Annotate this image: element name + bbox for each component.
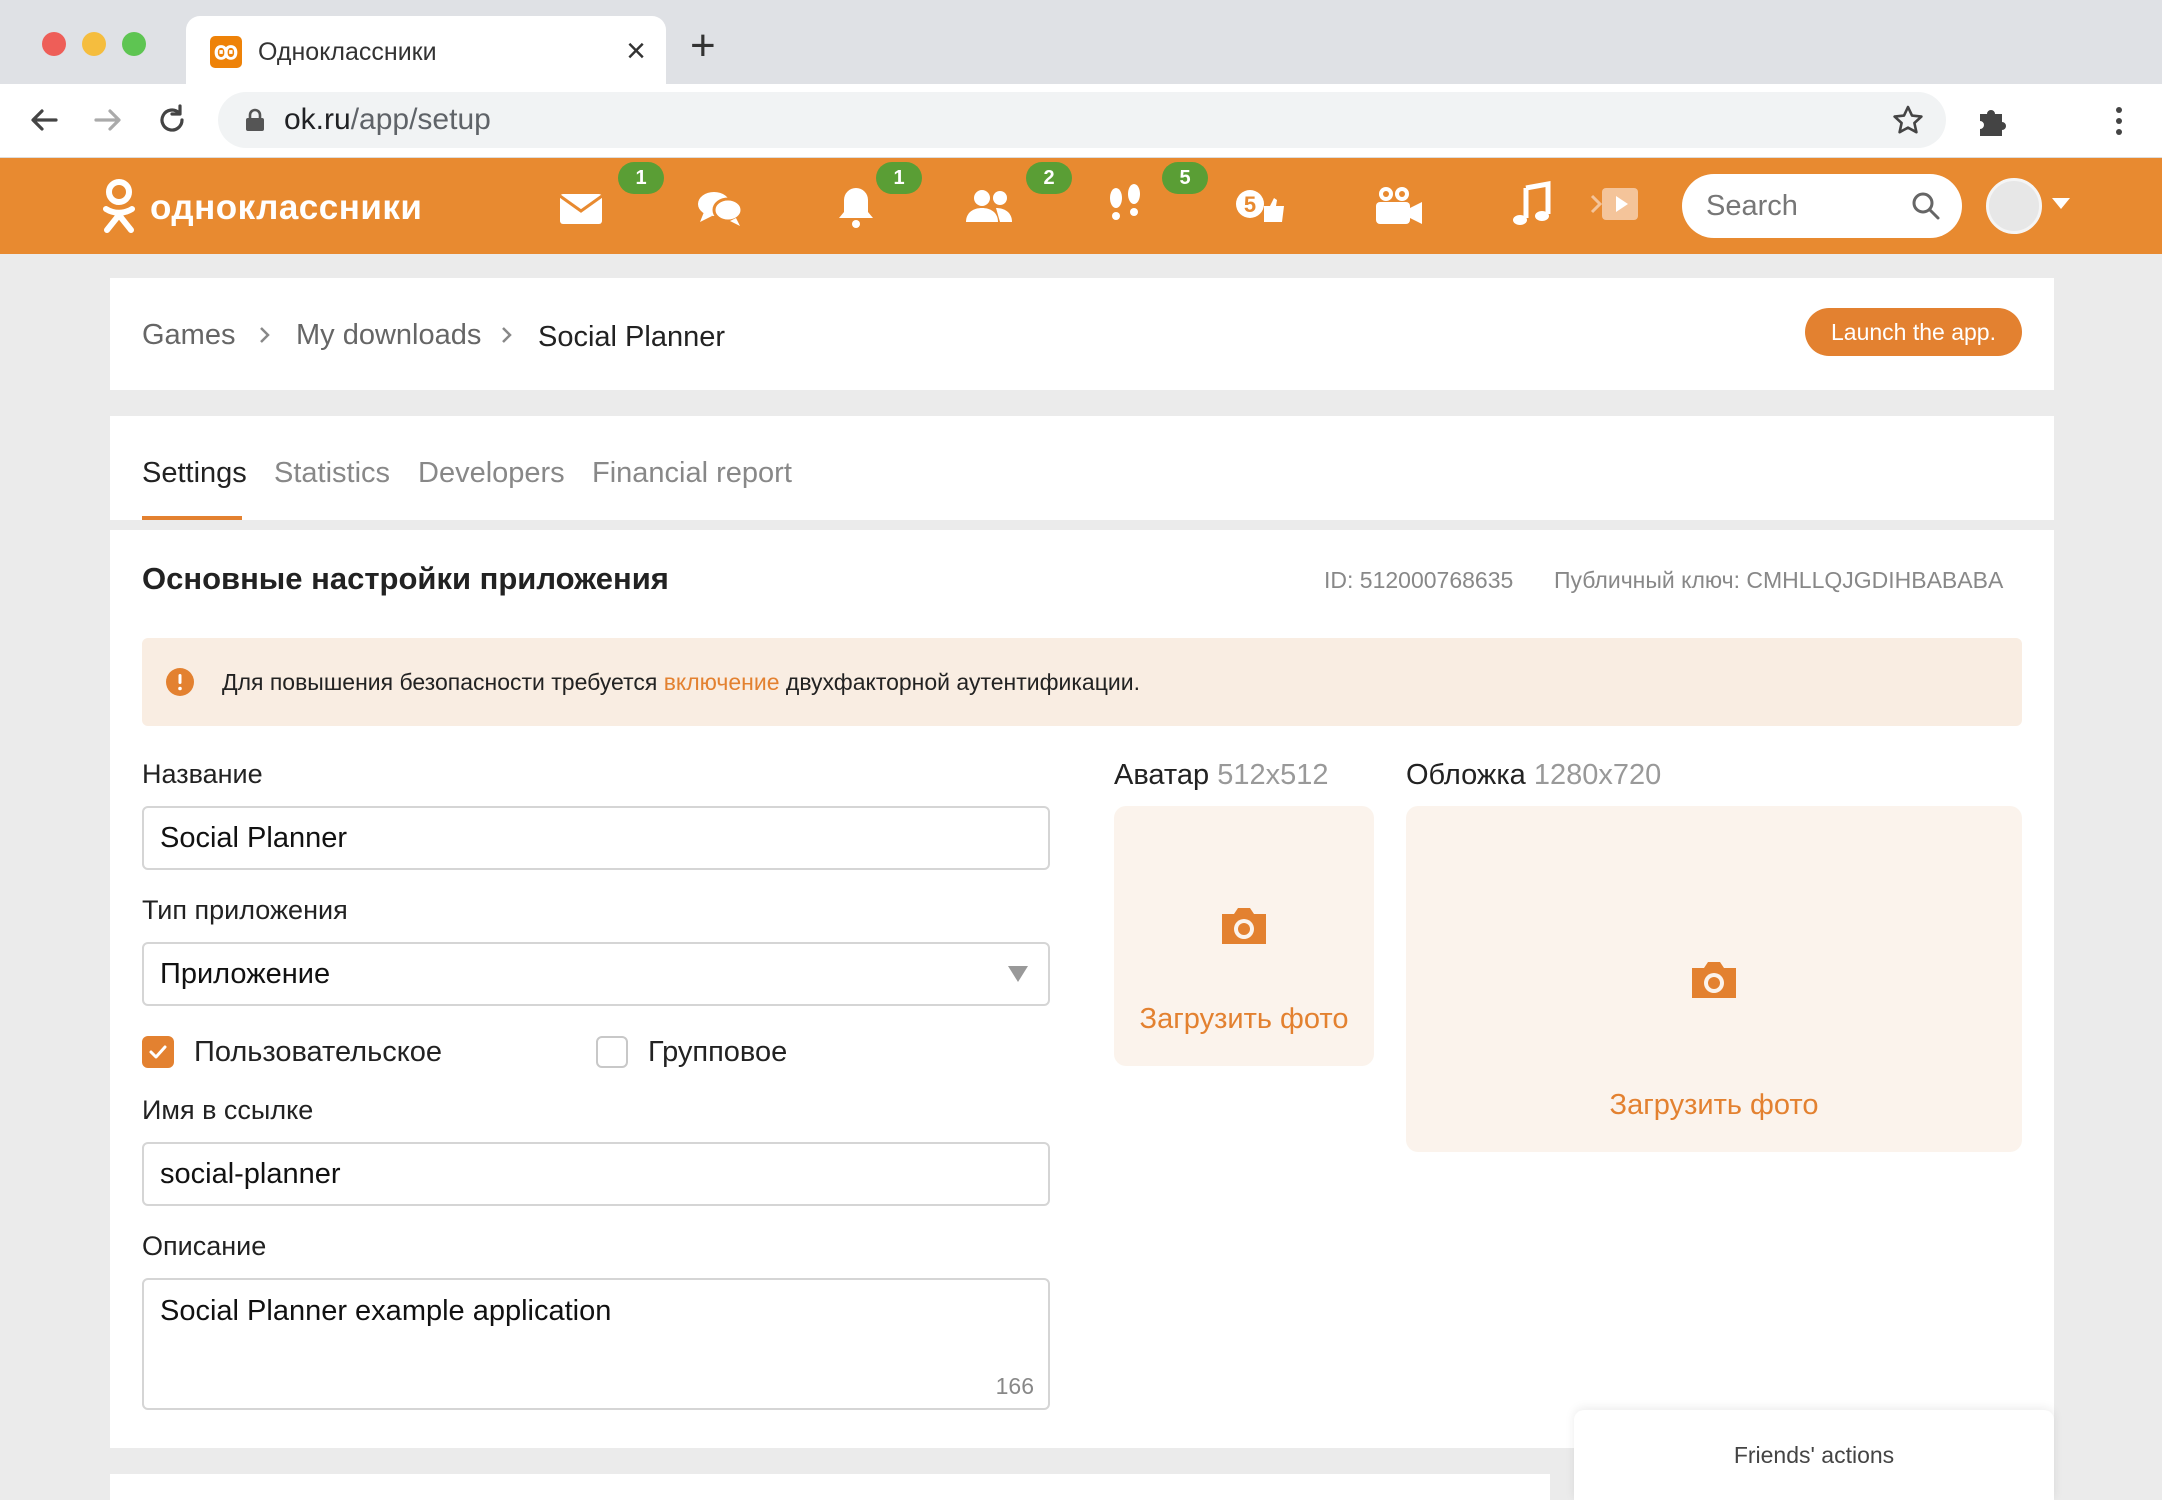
alert-message: Для повышения безопасности требуется вкл… <box>222 669 1140 695</box>
page-tabs: Settings Statistics Developers Financial… <box>110 416 2054 520</box>
description-value: Social Planner example application <box>160 1295 612 1327</box>
address-bar[interactable]: ok.ru/app/setup <box>218 92 1946 148</box>
app-type-select[interactable]: Приложение <box>142 942 1050 1006</box>
user-avatar[interactable] <box>1986 178 2042 234</box>
app-id: ID: 512000768635 <box>1324 567 1514 593</box>
next-section-card <box>110 1474 1550 1500</box>
close-window-button[interactable] <box>42 32 66 56</box>
avatar-label: Аватар 512x512 <box>1114 759 1329 791</box>
notifications-bell-icon[interactable] <box>828 180 884 232</box>
search-icon[interactable] <box>1910 190 1942 222</box>
browser-tab-strip: ꙭ Одноклассники × + <box>0 0 2162 84</box>
link-name-input[interactable] <box>142 1142 1050 1206</box>
guests-badge: 5 <box>1162 162 1208 194</box>
security-alert: Для повышения безопасности требуется вкл… <box>142 638 2022 726</box>
name-input[interactable] <box>142 806 1050 870</box>
ratings-five-plus-icon[interactable]: 5 <box>1232 180 1288 232</box>
svg-text:5: 5 <box>1244 192 1256 217</box>
guests-footprints-icon[interactable] <box>1098 180 1154 232</box>
lock-icon <box>246 108 264 131</box>
user-app-checkbox[interactable] <box>142 1036 174 1068</box>
app-type-value: Приложение <box>160 958 331 990</box>
browser-menu-icon[interactable] <box>2100 102 2138 140</box>
tab-financial-report[interactable]: Financial report <box>592 456 792 490</box>
url-text: ok.ru/app/setup <box>284 103 491 136</box>
friends-actions-panel[interactable]: Friends' actions <box>1574 1410 2054 1500</box>
description-textarea[interactable]: Social Planner example application 166 <box>142 1278 1050 1410</box>
launch-app-button[interactable]: Launch the app. <box>1805 308 2022 356</box>
friends-actions-label: Friends' actions <box>1733 1442 1895 1468</box>
tab-developers[interactable]: Developers <box>418 456 565 490</box>
description-label: Описание <box>142 1231 267 1261</box>
breadcrumb-current: Social Planner <box>538 321 725 353</box>
camera-icon <box>1222 908 1266 944</box>
camera-icon <box>1692 962 1736 998</box>
public-key: Публичный ключ: CMHLLQJGDIHBABABA <box>1554 567 2004 593</box>
user-app-label[interactable]: Пользовательское <box>194 1036 442 1068</box>
dropdown-arrow-icon <box>1008 966 1028 982</box>
reload-button[interactable] <box>150 98 194 142</box>
avatar-upload-label[interactable]: Загрузить фото <box>1114 1002 1374 1036</box>
warning-icon <box>166 668 194 696</box>
minimize-window-button[interactable] <box>82 32 106 56</box>
friends-icon[interactable] <box>962 180 1018 232</box>
extensions-puzzle-icon[interactable] <box>1972 102 2010 140</box>
tab-title: Одноклассники <box>258 38 437 66</box>
active-tab-indicator <box>142 516 242 520</box>
browser-toolbar: ok.ru/app/setup <box>0 84 2162 158</box>
app-type-label: Тип приложения <box>142 895 348 925</box>
new-tab-button[interactable]: + <box>690 24 716 68</box>
avatar-upload-area[interactable]: Загрузить фото <box>1114 806 1374 1066</box>
notifications-badge: 1 <box>876 162 922 194</box>
ok-logo-icon[interactable] <box>96 178 142 236</box>
video-camera-icon[interactable] <box>1370 180 1426 232</box>
ok-brand-name[interactable]: одноклассники <box>150 188 422 228</box>
close-tab-icon[interactable]: × <box>626 32 646 70</box>
search-input[interactable] <box>1706 188 1896 224</box>
section-title: Основные настройки приложения <box>142 561 669 596</box>
tab-statistics[interactable]: Statistics <box>274 456 390 490</box>
discussions-icon[interactable] <box>692 180 748 232</box>
cover-upload-area[interactable]: Загрузить фото <box>1406 806 2022 1152</box>
tab-settings[interactable]: Settings <box>142 456 247 490</box>
breadcrumb-games[interactable]: Games <box>142 318 235 352</box>
bookmark-star-icon[interactable] <box>1890 102 1926 138</box>
chevron-down-icon[interactable] <box>2052 198 2070 209</box>
breadcrumb-my-downloads[interactable]: My downloads <box>296 318 481 352</box>
enable-2fa-link[interactable]: включение <box>664 669 780 695</box>
chevron-right-icon <box>260 327 270 343</box>
browser-tab[interactable]: ꙭ Одноклассники × <box>186 16 666 84</box>
ok-header: одноклассники 1 1 2 5 5 <box>0 158 2162 254</box>
back-button[interactable] <box>22 98 66 142</box>
forward-button[interactable] <box>86 98 130 142</box>
messages-icon[interactable] <box>554 180 610 232</box>
cover-label: Обложка 1280x720 <box>1406 759 1662 791</box>
group-app-checkbox[interactable] <box>596 1036 628 1068</box>
checkmark-icon <box>149 1045 167 1059</box>
settings-panel: Основные настройки приложения ID: 512000… <box>110 530 2054 1448</box>
name-label: Название <box>142 759 263 789</box>
search-box[interactable] <box>1682 174 1962 238</box>
ok-favicon-icon: ꙭ <box>210 36 242 68</box>
video-play-icon[interactable] <box>1588 180 1644 232</box>
music-note-icon[interactable] <box>1504 180 1560 232</box>
cover-upload-label[interactable]: Загрузить фото <box>1406 1088 2022 1122</box>
messages-badge: 1 <box>618 162 664 194</box>
maximize-window-button[interactable] <box>122 32 146 56</box>
chevron-right-icon <box>502 327 512 343</box>
friends-badge: 2 <box>1026 162 1072 194</box>
group-app-label[interactable]: Групповое <box>648 1036 787 1068</box>
description-char-counter: 166 <box>995 1373 1034 1399</box>
link-name-label: Имя в ссылке <box>142 1095 314 1125</box>
breadcrumb: Games My downloads Social Planner Launch… <box>110 278 2054 390</box>
